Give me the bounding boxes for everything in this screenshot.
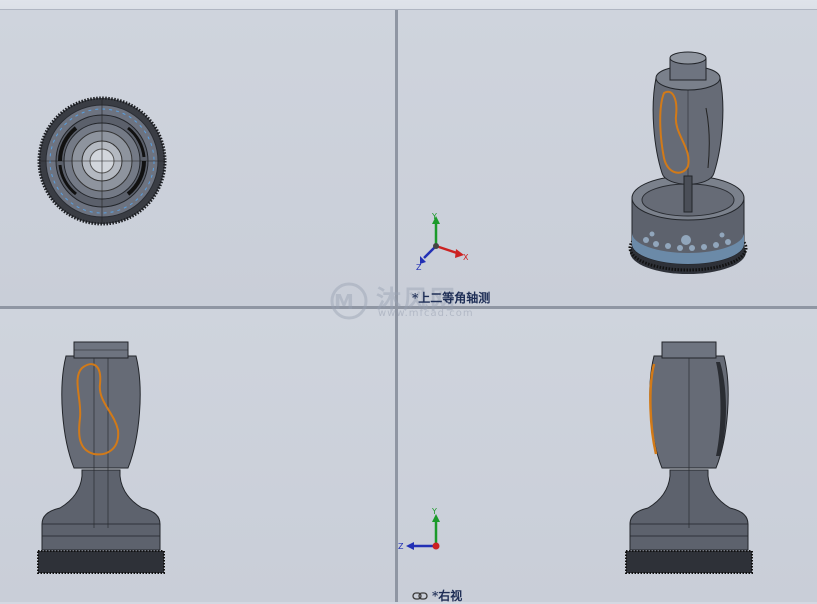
view-triad-right: Y Z (398, 507, 440, 551)
view-label-right-group: *右视 (412, 587, 462, 604)
view-triad-isometric: Y X Z (416, 212, 469, 272)
triad-y-label: Y (431, 507, 437, 516)
view-label-isometric: *上二等角轴测 (412, 291, 491, 305)
triad-z-label: Z (416, 263, 422, 272)
watermark-url: www.mfcad.com (378, 308, 474, 319)
triad-x-label: X (463, 253, 469, 262)
model-top-view[interactable] (36, 95, 168, 227)
link-view-icon[interactable] (412, 591, 428, 601)
model-isometric-view[interactable] (626, 48, 754, 280)
svg-text:M: M (334, 290, 354, 314)
watermark-logo-icon: M (330, 282, 368, 320)
viewport-right-view[interactable] (398, 309, 817, 602)
model-front-view[interactable] (36, 338, 166, 576)
triad-z-label: Z (398, 542, 404, 551)
triad-y-label: Y (431, 212, 437, 221)
view-label-right: *右视 (432, 589, 463, 603)
model-right-view[interactable] (624, 338, 754, 576)
